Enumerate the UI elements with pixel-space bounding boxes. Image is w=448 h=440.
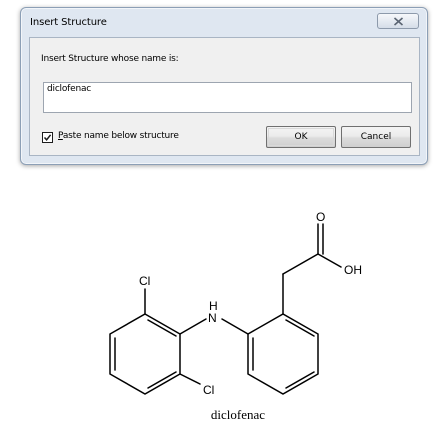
carbonyl-bond [317,223,324,255]
name-prompt-label: Insert Structure whose name is: [41,54,179,64]
structure-caption: diclofenac [210,407,266,422]
n-left-bond [179,318,207,335]
checkmark-icon [43,134,52,141]
structure-name-input[interactable]: diclofenac [43,82,412,113]
cl-bottom-bond [179,373,201,385]
chlorine-top-label: Cl [139,274,151,288]
structure-name-value: diclofenac [47,84,92,94]
left-ring-inner-bonds [114,319,177,389]
right-ring-bonds [247,313,319,395]
left-ring-bonds [109,313,181,395]
right-ring-inner-bonds [252,319,315,389]
dialog-titlebar[interactable]: Insert Structure [21,8,427,36]
n-right-bond [221,318,249,335]
structure-bonds [109,223,342,395]
paste-name-label-rest: aste name below structure [62,131,179,141]
chlorine-bottom-label: Cl [203,383,215,397]
insert-structure-dialog: Insert Structure Insert Structure whose … [20,7,428,165]
ok-button[interactable]: OK [266,126,336,148]
cancel-button[interactable]: Cancel [341,126,411,148]
close-button[interactable] [377,13,419,29]
hydroxyl-label: OH [344,263,362,277]
carbonyl-oxygen-label: O [316,210,326,224]
close-icon [393,17,404,26]
diclofenac-structure: Cl Cl H N O OH diclofenac [0,195,448,440]
hydroxyl-bond [317,253,342,268]
dialog-title: Insert Structure [30,17,107,28]
carboxyl-bond [282,253,319,275]
paste-name-label: Paste name below structure [58,131,179,141]
nitrogen-label: N [208,311,217,325]
dialog-body: Insert Structure whose name is: diclofen… [29,37,420,156]
paste-name-checkbox[interactable] [42,132,53,143]
